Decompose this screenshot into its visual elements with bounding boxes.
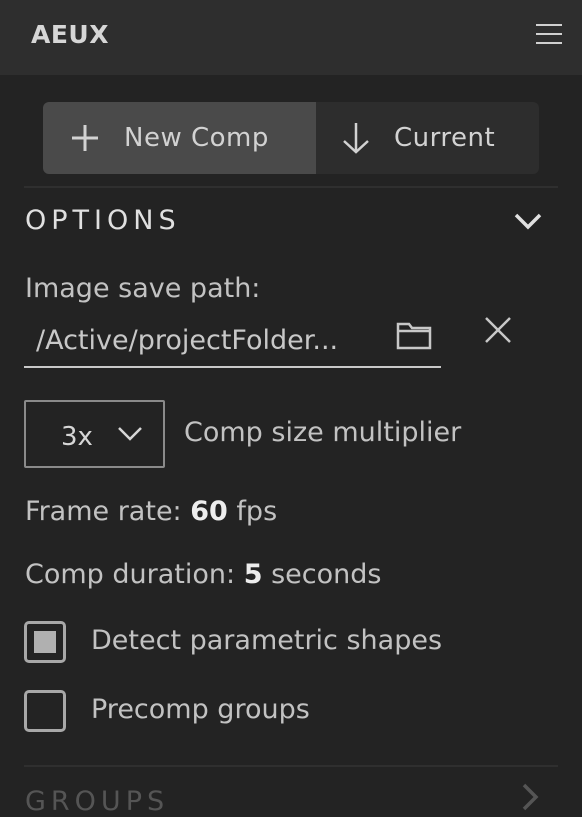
frame-rate-row: Frame rate: 60 fps bbox=[25, 496, 277, 527]
image-save-path-label: Image save path: bbox=[25, 273, 261, 304]
precomp-groups-checkbox[interactable] bbox=[24, 690, 66, 732]
frame-rate-value[interactable]: 60 bbox=[190, 496, 228, 527]
folder-icon[interactable] bbox=[396, 320, 432, 350]
arrow-down-icon bbox=[343, 123, 369, 154]
frame-rate-label: Frame rate: bbox=[25, 496, 182, 527]
options-section-title[interactable]: OPTIONS bbox=[25, 205, 181, 236]
plus-icon bbox=[72, 125, 98, 151]
close-icon[interactable] bbox=[484, 316, 512, 344]
comp-duration-unit: seconds bbox=[271, 559, 382, 590]
app-title: AEUX bbox=[31, 20, 110, 49]
new-comp-label: New Comp bbox=[124, 123, 269, 153]
image-save-path-value[interactable]: /Active/projectFolder... bbox=[36, 325, 356, 356]
image-save-path-field[interactable]: /Active/projectFolder... bbox=[24, 318, 441, 368]
groups-section-title[interactable]: GROUPS bbox=[25, 786, 169, 817]
divider bbox=[24, 765, 558, 767]
chevron-down-icon[interactable] bbox=[513, 211, 543, 231]
comp-size-multiplier-select[interactable]: 3x bbox=[24, 400, 165, 468]
detect-parametric-shapes-checkbox[interactable] bbox=[24, 621, 66, 663]
detect-parametric-shapes-label[interactable]: Detect parametric shapes bbox=[91, 625, 442, 656]
current-comp-button[interactable]: Current bbox=[316, 102, 539, 174]
new-comp-button[interactable]: New Comp bbox=[43, 102, 316, 174]
chevron-down-icon bbox=[118, 427, 142, 441]
frame-rate-unit: fps bbox=[236, 496, 278, 527]
title-bar: AEUX bbox=[0, 0, 582, 75]
checkbox-checked-mark bbox=[34, 631, 56, 653]
current-comp-label: Current bbox=[394, 123, 496, 153]
comp-size-multiplier-label: Comp size multiplier bbox=[184, 417, 462, 448]
hamburger-menu-icon[interactable] bbox=[536, 24, 562, 50]
comp-action-group: New Comp Current bbox=[43, 102, 539, 174]
divider bbox=[24, 186, 558, 188]
comp-duration-label: Comp duration: bbox=[25, 559, 236, 590]
chevron-right-icon[interactable] bbox=[520, 782, 540, 812]
multiplier-selected-value: 3x bbox=[61, 422, 93, 452]
precomp-groups-label[interactable]: Precomp groups bbox=[91, 694, 310, 725]
comp-duration-row: Comp duration: 5 seconds bbox=[25, 559, 381, 590]
comp-duration-value[interactable]: 5 bbox=[244, 559, 263, 590]
